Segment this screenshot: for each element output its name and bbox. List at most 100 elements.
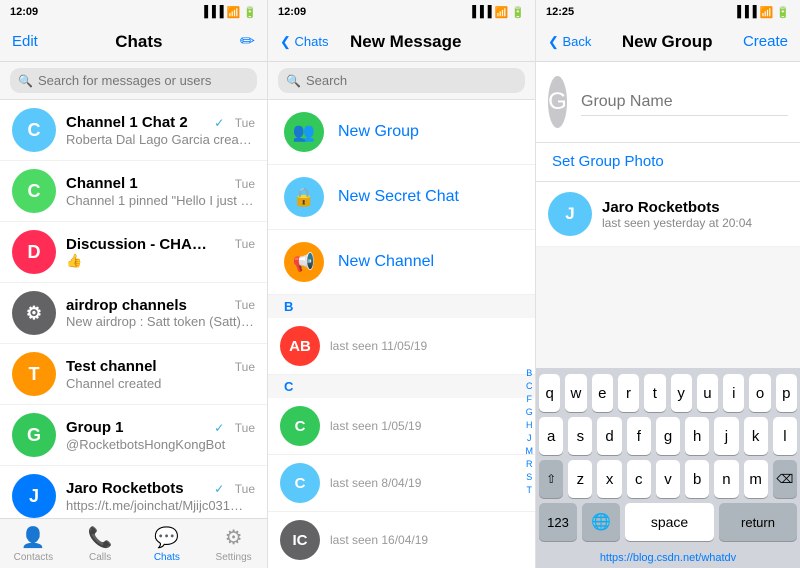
chat-item[interactable]: J Jaro Rocketbots ✓ Tue https://t.me/joi… (0, 466, 267, 518)
alpha-T[interactable]: T (526, 484, 534, 497)
new-message-title: New Message (350, 32, 462, 52)
contact-time: last seen 8/04/19 (330, 476, 523, 490)
group-name-input[interactable] (581, 89, 788, 116)
key-o[interactable]: o (749, 374, 770, 412)
menu-item-new-secret-chat[interactable]: 🔒 New Secret Chat (268, 165, 535, 230)
set-photo-label: Set Group Photo (552, 153, 664, 170)
status-bar-middle: 12:09 ▐▐▐ 📶 🔋 (268, 0, 535, 22)
chat-name: Group 1 (66, 419, 124, 436)
keyboard[interactable]: qwertyuiop asdfghjkl ⇧zxcvbnm⌫ 123🌐spaceret… (536, 368, 800, 550)
group-header: G (536, 62, 800, 143)
chat-item[interactable]: T Test channel Tue Channel created (0, 344, 267, 405)
chats-tab-icon: 💬 (154, 525, 179, 550)
contact-item-contact-c2[interactable]: C last seen 8/04/19 (268, 455, 535, 512)
key-w[interactable]: w (565, 374, 586, 412)
keyboard-row-2: ⇧zxcvbnm⌫ (539, 460, 797, 498)
contact-info: last seen 11/05/19 (330, 339, 523, 353)
alpha-M[interactable]: M (526, 445, 534, 458)
contact-item-contact-c1[interactable]: C last seen 1/05/19 (268, 398, 535, 455)
shift-key[interactable]: ⇧ (539, 460, 563, 498)
tab-chats[interactable]: 💬 Chats (134, 519, 201, 568)
key-n[interactable]: n (714, 460, 738, 498)
globe-key[interactable]: 🌐 (582, 503, 620, 541)
back-button[interactable]: ❮ Back (548, 34, 591, 50)
alpha-S[interactable]: S (526, 471, 534, 484)
chat-item[interactable]: ⚙ airdrop channels Tue New airdrop : Sat… (0, 283, 267, 344)
section-C: C (268, 375, 535, 398)
key-h[interactable]: h (685, 417, 709, 455)
delete-key[interactable]: ⌫ (773, 460, 797, 498)
num-key[interactable]: 123 (539, 503, 577, 541)
new-group-label: New Group (338, 123, 419, 141)
key-x[interactable]: x (597, 460, 621, 498)
contact-item-contact-ic[interactable]: IC last seen 16/04/19 (268, 512, 535, 568)
menu-item-new-group[interactable]: 👥 New Group (268, 100, 535, 165)
contact-info: last seen 16/04/19 (330, 533, 523, 547)
tab-contacts[interactable]: 👤 Contacts (0, 519, 67, 568)
chat-preview: Channel 1 pinned "Hello I just cr..." (66, 193, 255, 208)
search-input-middle[interactable] (306, 73, 517, 88)
chat-preview: New airdrop : Satt token (Satt) Reward :… (66, 314, 255, 330)
key-g[interactable]: g (656, 417, 680, 455)
key-v[interactable]: v (656, 460, 680, 498)
key-j[interactable]: j (714, 417, 738, 455)
chat-avatar: ⚙ (12, 291, 56, 335)
tab-settings[interactable]: ⚙ Settings (200, 519, 267, 568)
contact-avatar: C (280, 406, 320, 446)
key-m[interactable]: m (744, 460, 768, 498)
key-a[interactable]: a (539, 417, 563, 455)
key-b[interactable]: b (685, 460, 709, 498)
status-icons-right: ▐▐▐ 📶 🔋 (733, 6, 790, 19)
return-key[interactable]: return (719, 503, 797, 541)
alpha-B[interactable]: B (526, 367, 534, 380)
key-q[interactable]: q (539, 374, 560, 412)
key-e[interactable]: e (592, 374, 613, 412)
contact-info: last seen 8/04/19 (330, 476, 523, 490)
key-p[interactable]: p (776, 374, 797, 412)
tab-bar: 👤 Contacts 📞 Calls 💬 Chats ⚙ Settings (0, 518, 267, 568)
key-r[interactable]: r (618, 374, 639, 412)
search-input-left[interactable] (38, 73, 249, 88)
set-group-photo-button[interactable]: Set Group Photo (536, 143, 800, 182)
chat-name: Jaro Rocketbots (66, 480, 184, 497)
calls-tab-label: Calls (89, 552, 111, 563)
key-l[interactable]: l (773, 417, 797, 455)
key-z[interactable]: z (568, 460, 592, 498)
key-t[interactable]: t (644, 374, 665, 412)
chat-time: Tue (235, 421, 255, 435)
chat-item[interactable]: C Channel 1 Tue Channel 1 pinned "Hello … (0, 161, 267, 222)
alpha-J[interactable]: J (526, 432, 534, 445)
time-middle: 12:09 (278, 6, 306, 18)
chat-item[interactable]: D Discussion - CHANNEL 1 Tue 👍 (0, 222, 267, 283)
compose-icon[interactable]: ✏ (240, 31, 255, 52)
alpha-G[interactable]: G (526, 406, 534, 419)
chat-checkmark: ✓ (214, 421, 224, 435)
key-y[interactable]: y (671, 374, 692, 412)
edit-button[interactable]: Edit (12, 33, 38, 50)
content-spacer (536, 247, 800, 368)
chat-item[interactable]: C Channel 1 Chat 2 ✓ Tue Roberta Dal Lag… (0, 100, 267, 161)
alpha-H[interactable]: H (526, 419, 534, 432)
create-button[interactable]: Create (743, 33, 788, 50)
tab-calls[interactable]: 📞 Calls (67, 519, 134, 568)
key-u[interactable]: u (697, 374, 718, 412)
key-f[interactable]: f (627, 417, 651, 455)
key-s[interactable]: s (568, 417, 592, 455)
back-to-chats-button[interactable]: ❮ Chats (280, 34, 328, 50)
section-B: B (268, 295, 535, 318)
alpha-C[interactable]: C (526, 380, 534, 393)
chat-avatar: J (12, 474, 56, 518)
key-d[interactable]: d (597, 417, 621, 455)
contact-avatar: AB (280, 326, 320, 366)
key-k[interactable]: k (744, 417, 768, 455)
menu-item-new-channel[interactable]: 📢 New Channel (268, 230, 535, 295)
chat-content: Jaro Rocketbots ✓ Tue https://t.me/joinc… (66, 480, 255, 513)
key-c[interactable]: c (627, 460, 651, 498)
space-key[interactable]: space (625, 503, 714, 541)
alpha-R[interactable]: R (526, 458, 534, 471)
alpha-F[interactable]: F (526, 393, 534, 406)
chat-name: Discussion - CHANNEL 1 (66, 236, 216, 253)
key-i[interactable]: i (723, 374, 744, 412)
contact-item-contact-ab[interactable]: AB last seen 11/05/19 (268, 318, 535, 375)
chat-item[interactable]: G Group 1 ✓ Tue @RocketbotsHongKongBot (0, 405, 267, 466)
